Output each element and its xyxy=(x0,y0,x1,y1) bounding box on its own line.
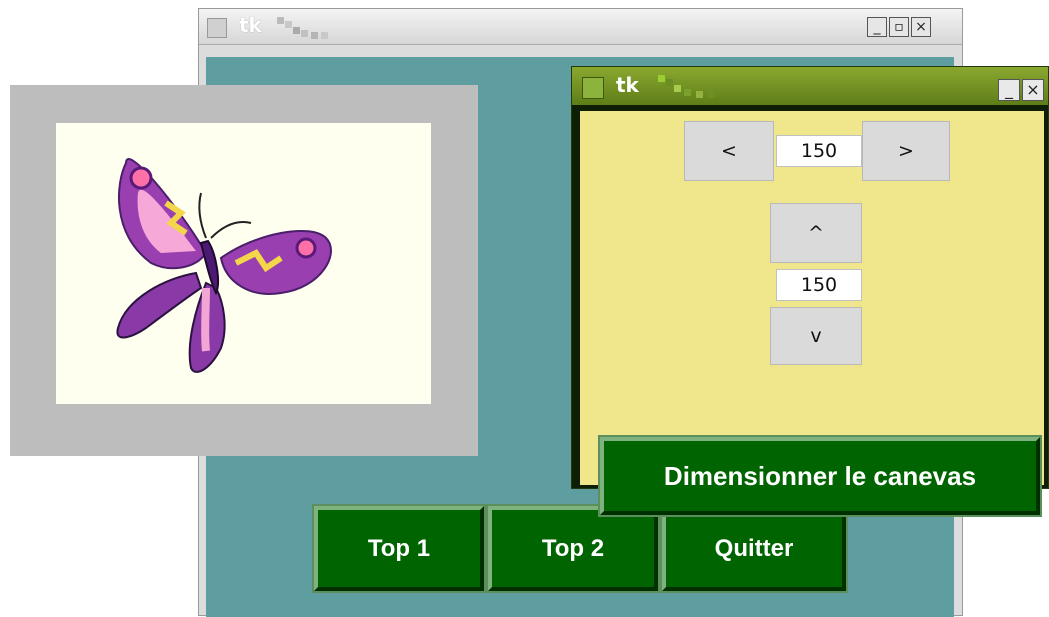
titlebar-pattern xyxy=(658,75,738,98)
titlebar-pattern xyxy=(277,17,357,39)
increase-height-button[interactable]: v xyxy=(770,307,862,365)
quit-button[interactable]: Quitter xyxy=(660,504,848,593)
increase-width-button[interactable]: > xyxy=(862,121,950,181)
decrease-height-button[interactable]: ^ xyxy=(770,203,862,263)
top2-titlebar[interactable]: tk _ × xyxy=(572,67,1048,105)
canvas-frame xyxy=(10,85,478,456)
butterfly-image xyxy=(116,158,332,373)
width-value-field[interactable]: 150 xyxy=(776,135,862,167)
height-value-field[interactable]: 150 xyxy=(776,269,862,301)
top2-window: tk _ × < 150 > ^ 150 v Dimensionner le c… xyxy=(571,66,1049,517)
canvas[interactable] xyxy=(56,123,431,404)
close-button[interactable]: × xyxy=(911,17,931,37)
window-icon[interactable] xyxy=(207,18,227,38)
top1-button[interactable]: Top 1 xyxy=(312,504,486,593)
close-button[interactable]: × xyxy=(1022,79,1044,101)
main-titlebar[interactable]: tk _ ▫ × xyxy=(199,9,962,45)
minimize-button[interactable]: _ xyxy=(998,79,1020,101)
maximize-button[interactable]: ▫ xyxy=(889,17,909,37)
top2-window-title: tk xyxy=(616,73,639,97)
size-control-panel: < 150 > ^ 150 v Dimensionner le canevas xyxy=(580,111,1044,517)
decrease-width-button[interactable]: < xyxy=(684,121,774,181)
top2-button[interactable]: Top 2 xyxy=(486,504,660,593)
minimize-button[interactable]: _ xyxy=(867,17,887,37)
resize-canvas-button[interactable]: Dimensionner le canevas xyxy=(598,435,1042,517)
main-window-title: tk xyxy=(239,13,262,37)
window-icon[interactable] xyxy=(582,77,604,99)
